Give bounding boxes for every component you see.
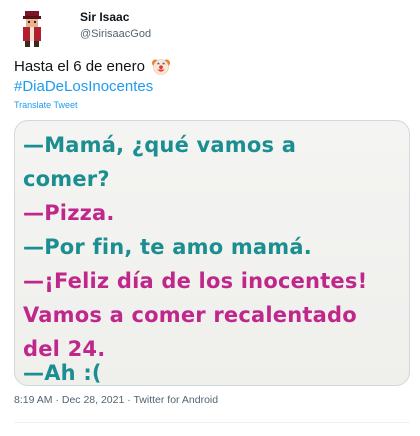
image-line: —Por fin, te amo mamá. (23, 235, 312, 259)
tweet-timestamp[interactable]: 8:19 AM · Dec 28, 2021 · Twitter for And… (14, 394, 218, 406)
image-line: —Pizza. (23, 201, 115, 225)
avatar-figure-icon (14, 8, 50, 48)
image-line: del 24. (23, 337, 106, 361)
image-text: —Mamá, ¿qué vamos a comer? —Pizza. —Por … (15, 121, 409, 385)
divider (14, 422, 410, 423)
translate-tweet-link[interactable]: Translate Tweet (14, 100, 78, 110)
tweet-image[interactable]: —Mamá, ¿qué vamos a comer? —Pizza. —Por … (14, 120, 410, 386)
author-name[interactable]: Sir Isaac (80, 10, 129, 24)
image-line: —Ah :( (23, 361, 102, 385)
tweet-text: Hasta el 6 de enero (14, 56, 171, 76)
hashtag-link[interactable]: #DiaDeLosInocentes (14, 78, 153, 95)
image-line: —Mamá, ¿qué vamos a (23, 133, 297, 157)
clown-face-icon (151, 59, 170, 75)
author-handle[interactable]: @SirisaacGod (80, 28, 151, 40)
image-line: —¡Feliz día de los inocentes! (23, 269, 368, 293)
image-line: Vamos a comer recalentado (23, 303, 357, 327)
tweet: Sir Isaac @SirisaacGod Hasta el 6 de ene… (0, 0, 420, 436)
avatar[interactable] (14, 8, 50, 48)
tweet-text-content: Hasta el 6 de enero (14, 57, 145, 75)
image-line: comer? (23, 167, 110, 191)
